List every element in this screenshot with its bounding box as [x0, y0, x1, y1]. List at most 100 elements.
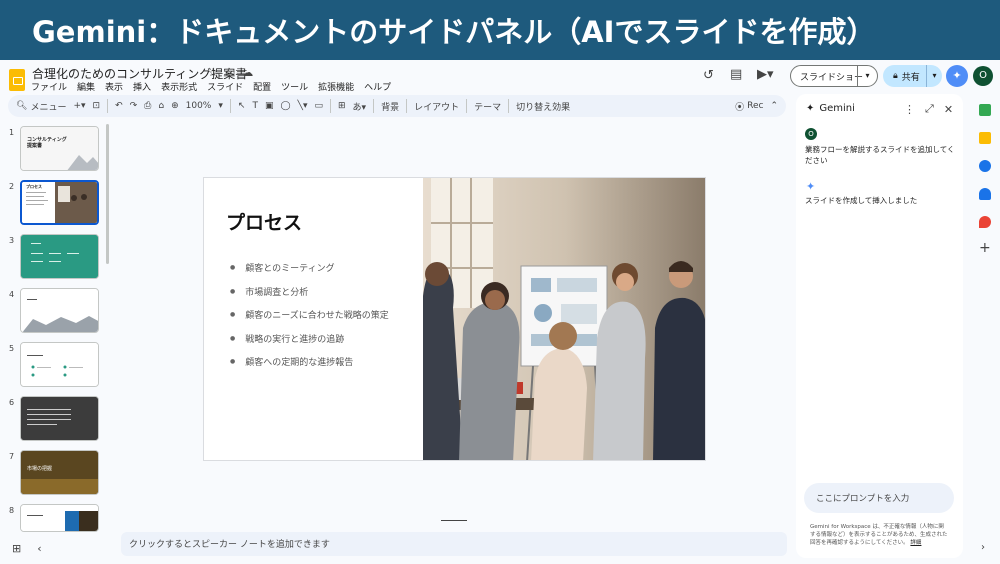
tasks-icon[interactable]: [979, 160, 991, 172]
meeting-photo[interactable]: [423, 178, 706, 461]
redo-icon[interactable]: ↷: [130, 101, 138, 111]
meet-icon[interactable]: ▶▾: [757, 67, 774, 82]
slides-logo-icon[interactable]: [9, 69, 25, 91]
sheets-icon[interactable]: [979, 104, 991, 116]
account-avatar[interactable]: O: [973, 66, 993, 86]
speaker-notes[interactable]: クリックするとスピーカー ノートを追加できます: [121, 532, 787, 556]
chevron-down-icon[interactable]: ▾: [926, 65, 942, 87]
filmstrip-scrollbar[interactable]: [106, 124, 109, 264]
keep-icon[interactable]: [979, 132, 991, 144]
menu-view[interactable]: 表示: [105, 80, 123, 93]
gemini-sparkle-icon[interactable]: ✦: [946, 65, 968, 87]
menu-search-button[interactable]: 🔍︎ メニュー: [16, 100, 66, 113]
move-folder-icon[interactable]: ▭: [225, 66, 235, 79]
expand-icon[interactable]: ⤢: [925, 102, 934, 116]
image-icon[interactable]: ▣: [265, 101, 274, 111]
slides-app: 合理化のためのコンサルティング提案書 ☆ ▭ ☁ ファイル 編集 表示 挿入 表…: [0, 60, 1000, 564]
search-icon: 🔍︎: [16, 101, 28, 111]
slide-thumbnail-6[interactable]: [20, 396, 99, 441]
close-icon[interactable]: ✕: [944, 103, 953, 116]
notes-resize-handle[interactable]: [441, 520, 467, 521]
transition-button[interactable]: 切り替え効果: [516, 100, 570, 113]
thumbnail-title: プロセス: [26, 184, 42, 189]
text-box-icon[interactable]: T: [252, 101, 258, 111]
slide-thumbnail-2[interactable]: プロセス: [20, 180, 99, 225]
share-label: 共有: [901, 72, 920, 83]
share-button[interactable]: 🔒︎ 共有 ▾: [883, 65, 942, 87]
add-addon-icon[interactable]: +: [979, 240, 991, 256]
chevron-down-icon[interactable]: ▾: [218, 101, 223, 111]
divider: [229, 99, 231, 113]
expand-rail-icon[interactable]: ›: [981, 542, 985, 553]
slideshow-button[interactable]: スライドショー ▾: [790, 65, 878, 87]
comments-icon[interactable]: ▤: [730, 67, 742, 82]
maps-icon[interactable]: [979, 216, 991, 228]
divider: [107, 99, 109, 113]
slide-thumbnail-1[interactable]: コンサルティング提案書: [20, 126, 99, 171]
rec-button[interactable]: ⦿ Rec: [735, 100, 763, 113]
gemini-sparkle-icon: ✦: [806, 103, 815, 114]
collapse-toolbar-icon[interactable]: ⌃: [770, 101, 778, 111]
contacts-icon[interactable]: [979, 188, 991, 200]
new-slide-icon[interactable]: +▾: [73, 101, 85, 111]
add-frame-icon[interactable]: ⊡: [93, 101, 101, 111]
user-avatar: O: [805, 128, 817, 140]
paint-format-icon[interactable]: ⌂: [158, 101, 164, 111]
menu-tools[interactable]: ツール: [281, 80, 308, 93]
slide-thumbnail-3[interactable]: [20, 234, 99, 279]
slide-thumbnail-7[interactable]: 市場の把握: [20, 450, 99, 495]
page-banner: Gemini：ドキュメントのサイドパネル（AIでスライドを作成）: [0, 0, 1000, 60]
slide-thumbnail-8[interactable]: [20, 504, 99, 532]
slideshow-label: スライドショー: [800, 72, 864, 83]
menu-edit[interactable]: 編集: [77, 80, 95, 93]
collapse-filmstrip-icon[interactable]: ‹: [37, 542, 41, 555]
history-icon[interactable]: ↺: [703, 68, 714, 83]
banner-title: Gemini：ドキュメントのサイドパネル（AIでスライドを作成）: [32, 15, 876, 49]
slide-canvas[interactable]: プロセス 顧客とのミーティング 市場調査と分析 顧客のニーズに合わせた戦略の策定…: [203, 177, 706, 461]
chevron-down-icon[interactable]: ▾: [857, 66, 877, 86]
menu-file[interactable]: ファイル: [31, 80, 67, 93]
menu-slide[interactable]: スライド: [207, 80, 243, 93]
input-tools-icon[interactable]: あ▾: [353, 100, 367, 113]
theme-button[interactable]: テーマ: [474, 100, 501, 113]
gemini-response-icon: ✦: [806, 180, 816, 193]
slide-thumbnail-graphic: [21, 451, 98, 494]
gemini-disclaimer: Gemini for Workspace は、不正確な情報（人物に関する情報など…: [810, 523, 948, 547]
menu-bar: ファイル 編集 表示 挿入 表示形式 スライド 配置 ツール 拡張機能 ヘルプ: [31, 80, 391, 93]
slide-number: 1: [9, 128, 15, 137]
menu-insert[interactable]: 挿入: [133, 80, 151, 93]
zoom-select[interactable]: 100%: [186, 101, 212, 111]
slide-thumbnail-4[interactable]: [20, 288, 99, 333]
grid-view-icon[interactable]: ⊞: [12, 542, 21, 555]
zoom-icon[interactable]: ⊕: [171, 101, 179, 111]
disclaimer-text: Gemini for Workspace は、不正確な情報（人物に関する情報など…: [810, 524, 948, 546]
bullet-item: 顧客への定期的な進捗報告: [230, 355, 389, 379]
slide-bullet-list[interactable]: 顧客とのミーティング 市場調査と分析 顧客のニーズに合わせた戦略の策定 戦略の実…: [230, 261, 389, 379]
learn-more-link[interactable]: 詳細: [910, 540, 921, 546]
slide-thumbnail-graphic: [21, 235, 98, 278]
slide-title[interactable]: プロセス: [226, 208, 302, 235]
prompt-input[interactable]: ここにプロンプトを入力: [804, 483, 954, 513]
more-options-icon[interactable]: ⋮: [904, 103, 915, 116]
print-icon[interactable]: ⎙: [144, 101, 151, 111]
comment-add-icon[interactable]: ⊞: [338, 101, 346, 111]
slide-number: 2: [9, 182, 15, 191]
video-icon[interactable]: ▭: [314, 101, 323, 111]
line-icon[interactable]: ╲▾: [298, 101, 308, 111]
menu-help[interactable]: ヘルプ: [364, 80, 391, 93]
menu-arrange[interactable]: 配置: [253, 80, 271, 93]
star-icon[interactable]: ☆: [208, 66, 218, 79]
select-cursor-icon[interactable]: ↖: [238, 101, 246, 111]
background-button[interactable]: 背景: [381, 100, 399, 113]
slide-thumbnail-5[interactable]: [20, 342, 99, 387]
shape-icon[interactable]: ◯: [280, 101, 290, 111]
title-icons: ☆ ▭ ☁: [208, 66, 253, 79]
slide-number: 7: [9, 452, 15, 461]
cloud-status-icon[interactable]: ☁: [242, 66, 253, 79]
gemini-response: スライドを作成して挿入しました: [805, 196, 918, 205]
layout-button[interactable]: レイアウト: [414, 100, 459, 113]
menu-extensions[interactable]: 拡張機能: [318, 80, 354, 93]
menu-format[interactable]: 表示形式: [161, 80, 197, 93]
slide-number: 4: [9, 290, 15, 299]
undo-icon[interactable]: ↶: [115, 101, 123, 111]
